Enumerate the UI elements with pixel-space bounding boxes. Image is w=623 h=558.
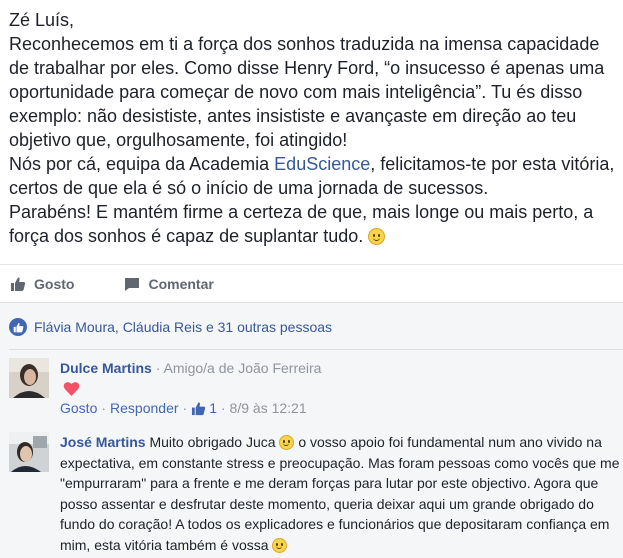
like-reaction-icon — [9, 318, 27, 336]
avatar[interactable] — [9, 358, 49, 398]
thumbs-up-icon — [192, 402, 206, 416]
comment-button-label: Comentar — [148, 276, 214, 292]
comment-item: Dulce Martins · Amigo/a de João Ferreira… — [9, 358, 619, 424]
post-paragraph-2: Nós por cá, equipa da Academia EduScienc… — [9, 152, 619, 200]
comment-body: Dulce Martins · Amigo/a de João Ferreira… — [60, 358, 620, 419]
post-action-bar: Gosto Comentar — [0, 264, 623, 303]
like-button[interactable]: Gosto — [10, 276, 74, 292]
avatar[interactable] — [9, 432, 49, 472]
post-paragraph-2-start: Nós por cá, equipa da Academia — [9, 154, 275, 174]
comment-meta: Gosto · Responder · 1 · 8/9 às 12:21 — [60, 398, 620, 419]
comment-timestamp[interactable]: · 8/9 às 12:21 — [221, 398, 307, 419]
thumbs-up-icon — [11, 277, 26, 291]
post-greeting: Zé Luís, — [9, 10, 75, 30]
smile-emoji-icon — [279, 435, 295, 450]
separator-dot: · — [182, 400, 188, 416]
reactions-summary[interactable]: Flávia Moura, Cláudia Reis e 31 outras p… — [9, 318, 332, 336]
comment-author[interactable]: José Martins — [60, 434, 146, 450]
comment-text-end: o vosso apoio foi fundamental num ano vi… — [60, 434, 620, 553]
comment-button[interactable]: Comentar — [124, 276, 214, 292]
like-button-label: Gosto — [34, 276, 75, 292]
post-message: Zé Luís, Reconhecemos em ti a força dos … — [9, 8, 619, 248]
feedback-section: Flávia Moura, Cláudia Reis e 31 outras p… — [0, 302, 623, 558]
speech-bubble-icon — [125, 278, 140, 291]
heart-icon — [63, 382, 80, 396]
comment-reply-link[interactable]: Responder — [110, 398, 179, 419]
comment-author[interactable]: Dulce Martins — [60, 360, 152, 376]
comment-like-link[interactable]: Gosto — [60, 398, 97, 419]
comment-author-relation: · Amigo/a de João Ferreira — [155, 360, 322, 376]
eduscience-link[interactable]: EduScience — [274, 154, 370, 174]
comment-item: José Martins Muito obrigado Juca o vosso… — [9, 432, 620, 558]
post-paragraph-3: Parabéns! E mantém firme a certeza de qu… — [9, 200, 619, 248]
post-paragraph-1: Reconhecemos em ti a força dos sonhos tr… — [9, 34, 605, 150]
comment-like-count[interactable]: 1 — [209, 398, 217, 419]
post-paragraph-3-text: Parabéns! E mantém firme a certeza de qu… — [9, 202, 594, 246]
separator-dot: · — [101, 400, 107, 416]
divider — [9, 349, 623, 350]
comment-text-start: Muito obrigado Juca — [149, 434, 276, 450]
reactions-summary-text: Flávia Moura, Cláudia Reis e 31 outras p… — [34, 319, 333, 335]
smile-emoji-icon — [272, 537, 288, 553]
comment-body: José Martins Muito obrigado Juca o vosso… — [60, 432, 620, 555]
smile-emoji-icon — [368, 228, 386, 245]
